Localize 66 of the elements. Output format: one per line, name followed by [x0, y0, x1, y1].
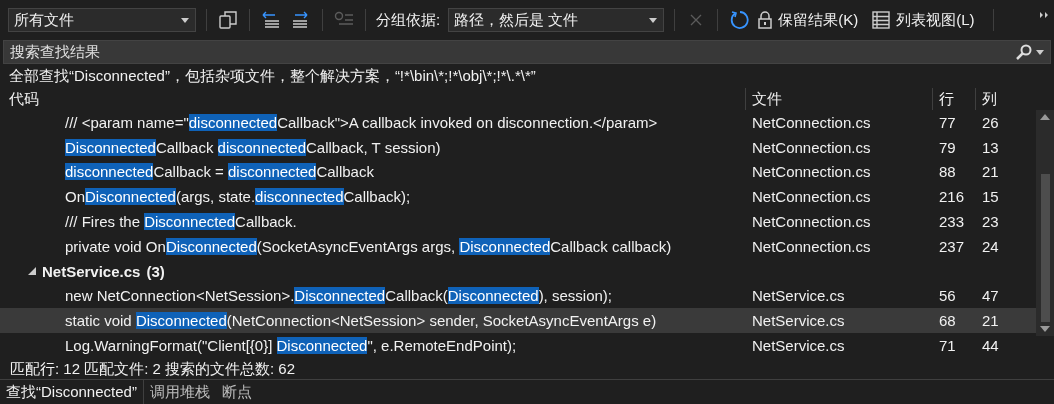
expanded-icon[interactable] — [28, 267, 36, 276]
result-row[interactable]: DisconnectedCallback disconnectedCallback, T session) NetConnection.cs 79 13 — [0, 134, 1036, 160]
line-cell-text: 233 — [938, 213, 966, 230]
code-line: DisconnectedCallback disconnectedCallback, T session) — [64, 138, 442, 156]
line-cell-text: 56 — [938, 287, 957, 305]
column-cell-text: 21 — [981, 163, 1000, 181]
file-cell-text: NetConnection.cs — [751, 188, 872, 206]
list-view-button[interactable]: 列表视图(L) — [872, 10, 975, 30]
column-cell-text: 26 — [981, 113, 1000, 131]
group-by-dropdown[interactable]: 路径，然后是 文件 — [448, 8, 665, 32]
previous-result-icon[interactable] — [260, 9, 282, 31]
code-line: disconnectedCallback = disconnectedCallback — [64, 163, 375, 181]
result-row[interactable]: private void OnDisconnected(SocketAsyncEventArgs args, DisconnectedCallback callback) NetConnection.cs 237 24 — [0, 233, 1036, 259]
file-cell-text: NetConnection.cs — [751, 213, 872, 230]
column-header[interactable]: 列 — [975, 88, 1018, 110]
column-cell-text: 13 — [981, 138, 1000, 156]
column-header[interactable]: 行 — [932, 88, 975, 110]
column-header[interactable]: 文件 — [745, 88, 932, 110]
line-cell-text: 77 — [938, 113, 957, 131]
file-cell-text: NetService.cs — [751, 337, 846, 355]
scope-dropdown[interactable]: 所有文件 — [8, 8, 196, 32]
caret-icon — [649, 17, 658, 23]
column-cell-text: 24 — [981, 237, 1000, 255]
column-cell-text: 23 — [981, 213, 1000, 230]
panel-tab[interactable]: 断点 — [215, 380, 258, 404]
caret-icon — [181, 17, 189, 23]
scroll-up-icon[interactable] — [1040, 114, 1050, 120]
result-row[interactable]: Log.WarningFormat("Client[{0}] Disconnected", e.RemoteEndPoint); NetService.cs 71 44 — [0, 333, 1036, 358]
search-icon[interactable] — [1016, 44, 1032, 60]
lock-icon — [758, 11, 773, 29]
file-cell-text: NetService.cs — [751, 287, 846, 305]
file-cell-text: NetConnection.cs — [751, 138, 872, 156]
code-line: private void OnDisconnected(SocketAsyncEventArgs args, DisconnectedCallback callback) — [64, 237, 673, 255]
group-by-label: 分组依据: — [376, 10, 441, 30]
column-cell-text: 15 — [981, 188, 1000, 206]
scroll-down-icon[interactable] — [1040, 326, 1050, 332]
refresh-icon[interactable] — [728, 9, 751, 31]
column-cell-text: 44 — [981, 337, 1000, 355]
copy-icon[interactable] — [217, 9, 239, 31]
result-row[interactable]: disconnectedCallback = disconnectedCallback NetConnection.cs 88 21 — [0, 159, 1036, 185]
search-summary: 全部查找“Disconnected”，包括杂项文件，整个解决方案，“!*\bin\*;!*\obj\*;!*\.*\*” — [8, 66, 537, 86]
file-group-name[interactable]: NetService.cs — [42, 262, 141, 280]
line-cell-text: 237 — [938, 237, 966, 255]
line-cell-text: 79 — [938, 138, 957, 156]
keep-results-button[interactable]: 保留结果(K) — [758, 10, 859, 30]
line-cell-text: 68 — [938, 312, 957, 330]
code-line: static void Disconnected(NetConnection<NetSession> sender, SocketAsyncEventArgs e) — [64, 312, 658, 330]
file-cell-text: NetConnection.cs — [751, 163, 872, 181]
column-cell-text: 21 — [981, 312, 1000, 330]
file-cell-text: NetConnection.cs — [751, 237, 872, 255]
column-header[interactable]: 代码 — [0, 88, 745, 110]
result-row[interactable]: static void Disconnected(NetConnection<NetSession> sender, SocketAsyncEventArgs e) NetService.cs 68 21 — [0, 308, 1036, 334]
code-line: Log.WarningFormat("Client[{0}] Disconnected", e.RemoteEndPoint); — [64, 337, 518, 355]
scrollbar[interactable] — [1036, 110, 1054, 336]
caret-icon — [1036, 49, 1044, 55]
column-cell-text: 47 — [981, 287, 1000, 305]
line-cell-text: 88 — [938, 163, 957, 181]
match-count: (3) — [146, 262, 165, 280]
list-icon — [872, 11, 891, 29]
line-cell-text: 216 — [938, 188, 966, 206]
file-cell-text: NetConnection.cs — [751, 113, 872, 131]
file-cell-text: NetService.cs — [751, 312, 846, 330]
search-field[interactable]: 搜索查找结果 — [3, 40, 1051, 64]
overflow-icon[interactable] — [1040, 12, 1048, 18]
panel-tab[interactable]: 调用堆栈 — [143, 380, 216, 404]
line-cell-text: 71 — [938, 337, 957, 355]
